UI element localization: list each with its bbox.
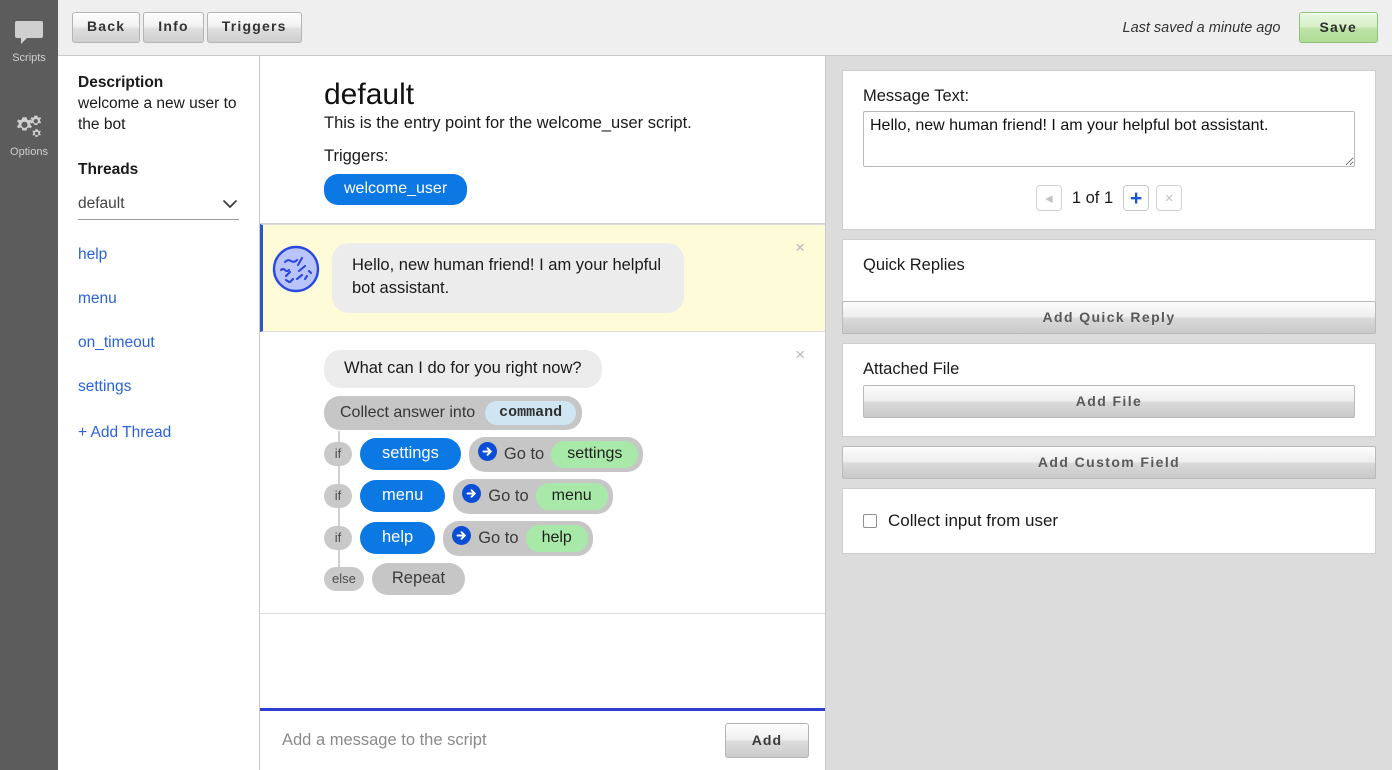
- message-bubble-text: What can I do for you right now?: [324, 350, 602, 388]
- branch-action-label: Go to: [488, 487, 528, 506]
- add-message-button[interactable]: Add: [725, 723, 809, 758]
- branch-condition-label: if: [324, 484, 352, 508]
- pager-add-button[interactable]: +: [1123, 185, 1149, 211]
- toolbar-right-group: Last saved a minute ago Save: [1123, 12, 1379, 43]
- add-message-input[interactable]: [280, 730, 725, 751]
- close-icon[interactable]: ×: [795, 346, 805, 363]
- collect-input-label: Collect input from user: [888, 511, 1058, 531]
- branch-action-chip[interactable]: Go to menu: [453, 479, 612, 514]
- message-flow: Collect answer into command if settings: [324, 396, 791, 595]
- branch-condition-label: if: [324, 526, 352, 550]
- app-root: Scripts Options: [0, 0, 1392, 770]
- triggers-label: Triggers:: [324, 147, 825, 166]
- gears-icon: [13, 112, 45, 142]
- else-action-pill[interactable]: Repeat: [372, 563, 465, 595]
- branch-value-pill[interactable]: settings: [360, 438, 461, 470]
- threads-sidebar: Description welcome a new user to the bo…: [58, 56, 260, 770]
- sidebar-thread-settings[interactable]: settings: [78, 378, 239, 396]
- collect-input-checkbox[interactable]: [863, 514, 877, 528]
- script-composer: Add: [260, 708, 825, 770]
- message-row: Hello, new human friend! I am your helpf…: [263, 243, 791, 313]
- branch-row-else[interactable]: else Repeat: [324, 563, 791, 595]
- script-pane: default This is the entry point for the …: [260, 56, 826, 770]
- description-text: welcome a new user to the bot: [78, 94, 239, 135]
- add-quick-reply-button[interactable]: Add Quick Reply: [842, 301, 1376, 334]
- message-text-card: Message Text: ◂ 1 of 1 + ×: [842, 70, 1376, 230]
- quick-replies-title: Quick Replies: [863, 256, 1355, 275]
- message-bubble-text: Hello, new human friend! I am your helpf…: [332, 243, 684, 313]
- back-button[interactable]: Back: [72, 12, 140, 42]
- branch-row[interactable]: if menu Go to menu: [324, 479, 791, 514]
- script-message-item[interactable]: ×: [260, 224, 825, 332]
- app-rail: Scripts Options: [0, 0, 58, 770]
- branch-row[interactable]: if help Go to help: [324, 521, 791, 556]
- quick-replies-card: Quick Replies: [842, 239, 1376, 302]
- chevron-down-icon: [223, 196, 237, 205]
- message-text-label: Message Text:: [863, 87, 1355, 106]
- script-title: default: [324, 78, 825, 111]
- body-row: Description welcome a new user to the bo…: [58, 56, 1392, 770]
- branch-target-chip: menu: [536, 483, 608, 510]
- attached-file-title: Attached File: [863, 360, 1355, 379]
- collect-input-card: Collect input from user: [842, 488, 1376, 554]
- else-condition-label: else: [324, 567, 364, 591]
- toolbar-left-group: Back Info Triggers: [72, 12, 302, 42]
- trigger-pill-welcome_user[interactable]: welcome_user: [324, 174, 467, 205]
- pager-prev-button[interactable]: ◂: [1036, 185, 1062, 211]
- branch-list: if settings Go to settings: [324, 437, 791, 595]
- goto-arrow-icon: [462, 484, 481, 508]
- sidebar-thread-help[interactable]: help: [78, 246, 239, 264]
- add-quick-reply-wrap: Add Quick Reply: [842, 301, 1376, 334]
- collect-input-row[interactable]: Collect input from user: [863, 511, 1355, 531]
- script-message-list: ×: [260, 224, 825, 708]
- rail-item-scripts[interactable]: Scripts: [0, 10, 58, 70]
- thread-select[interactable]: default: [78, 195, 239, 220]
- branch-target-chip: settings: [551, 441, 638, 468]
- speech-bubble-icon: [13, 18, 45, 48]
- add-custom-field-button[interactable]: Add Custom Field: [842, 446, 1376, 479]
- description-heading: Description: [78, 74, 239, 92]
- info-button[interactable]: Info: [143, 12, 203, 42]
- script-header: default This is the entry point for the …: [260, 56, 825, 224]
- collect-answer-label: Collect answer into: [340, 404, 475, 422]
- last-saved-status: Last saved a minute ago: [1123, 20, 1281, 36]
- pager-count-label: 1 of 1: [1069, 189, 1116, 208]
- inspector-panel: Message Text: ◂ 1 of 1 + × Quick Replies…: [826, 56, 1392, 770]
- close-icon[interactable]: ×: [795, 239, 805, 256]
- branch-action-label: Go to: [504, 445, 544, 464]
- rail-label-scripts: Scripts: [12, 53, 46, 64]
- collect-variable-chip: command: [485, 401, 576, 425]
- add-thread-link[interactable]: + Add Thread: [78, 424, 239, 442]
- sidebar-thread-on_timeout[interactable]: on_timeout: [78, 334, 239, 352]
- branch-action-chip[interactable]: Go to settings: [469, 437, 644, 472]
- goto-arrow-icon: [478, 442, 497, 466]
- message-pager: ◂ 1 of 1 + ×: [863, 185, 1355, 211]
- message-text-textarea[interactable]: [863, 111, 1355, 167]
- attached-file-card: Attached File Add File: [842, 343, 1376, 437]
- branch-target-chip: help: [526, 525, 588, 552]
- thread-select-value: default: [78, 195, 125, 212]
- branch-value-pill[interactable]: menu: [360, 480, 445, 512]
- goto-arrow-icon: [452, 526, 471, 550]
- top-toolbar: Back Info Triggers Last saved a minute a…: [58, 0, 1392, 56]
- branch-action-label: Go to: [478, 529, 518, 548]
- main-column: Back Info Triggers Last saved a minute a…: [58, 0, 1392, 770]
- script-message-item[interactable]: × What can I do for you right now? Colle…: [260, 332, 825, 614]
- branch-value-pill[interactable]: help: [360, 522, 435, 554]
- rail-label-options: Options: [10, 147, 48, 158]
- triggers-button[interactable]: Triggers: [207, 12, 302, 42]
- threads-heading: Threads: [78, 161, 239, 179]
- pager-remove-button[interactable]: ×: [1156, 185, 1182, 211]
- bot-avatar: [272, 245, 320, 293]
- rail-item-options[interactable]: Options: [0, 104, 58, 164]
- branch-row[interactable]: if settings Go to settings: [324, 437, 791, 472]
- collect-answer-chip[interactable]: Collect answer into command: [324, 396, 582, 430]
- save-button[interactable]: Save: [1299, 12, 1379, 43]
- branch-action-chip[interactable]: Go to help: [443, 521, 593, 556]
- add-custom-field-wrap: Add Custom Field: [842, 446, 1376, 479]
- branch-condition-label: if: [324, 442, 352, 466]
- script-description: This is the entry point for the welcome_…: [324, 114, 825, 133]
- sidebar-thread-menu[interactable]: menu: [78, 290, 239, 308]
- add-file-button[interactable]: Add File: [863, 385, 1355, 418]
